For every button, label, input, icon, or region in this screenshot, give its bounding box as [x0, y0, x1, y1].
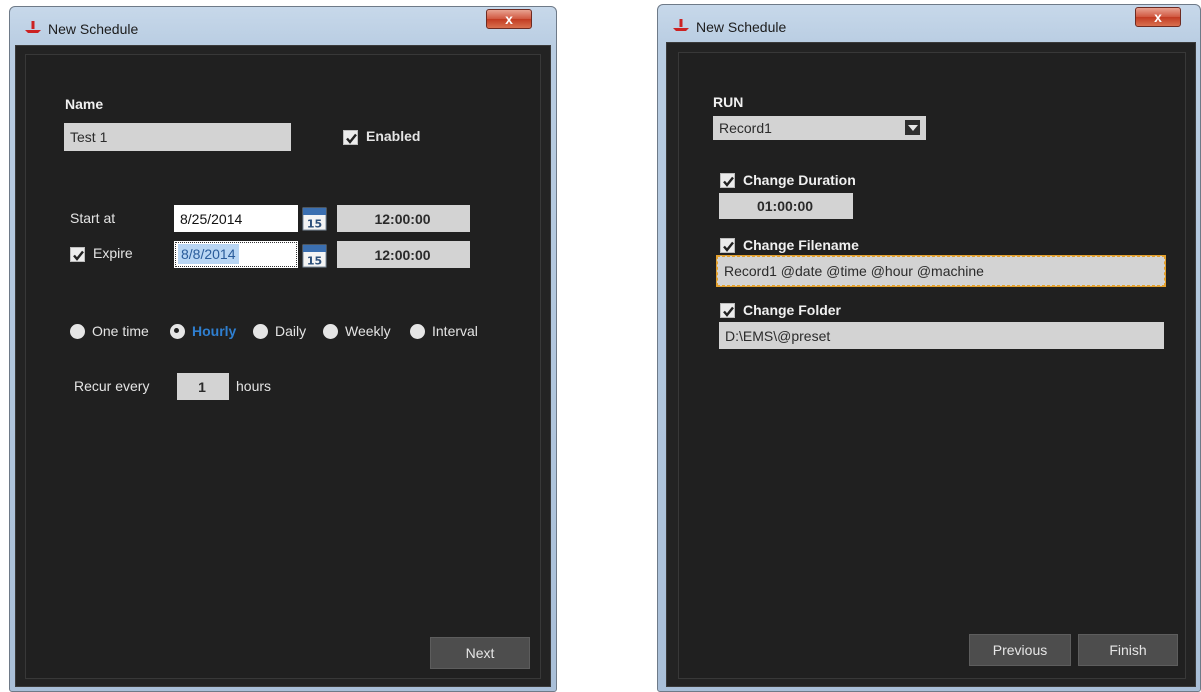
- folder-input[interactable]: [719, 322, 1164, 349]
- radio-daily-label[interactable]: Daily: [275, 323, 306, 339]
- expire-label: Expire: [93, 245, 133, 261]
- app-icon: [25, 21, 41, 33]
- start-calendar-button[interactable]: 15: [302, 207, 327, 231]
- change-duration-checkbox[interactable]: [720, 173, 735, 188]
- duration-input[interactable]: [719, 193, 853, 219]
- expire-date-selection: 8/8/2014: [178, 244, 239, 264]
- checkmark-icon: [723, 306, 734, 317]
- change-duration-label: Change Duration: [743, 172, 856, 188]
- radio-hourly[interactable]: [170, 324, 185, 339]
- start-at-label: Start at: [70, 210, 116, 226]
- change-filename-label: Change Filename: [743, 237, 859, 253]
- run-selected-value: Record1: [719, 120, 772, 136]
- next-button[interactable]: Next: [430, 637, 530, 669]
- close-button[interactable]: x: [486, 9, 532, 29]
- calendar-icon: 15: [302, 244, 327, 268]
- radio-interval-label[interactable]: Interval: [432, 323, 478, 339]
- close-icon: x: [505, 11, 513, 27]
- checkmark-icon: [346, 133, 357, 144]
- run-dropdown[interactable]: Record1: [713, 116, 926, 140]
- recur-value-input[interactable]: [177, 373, 229, 400]
- enabled-checkbox[interactable]: [343, 130, 358, 145]
- name-input[interactable]: [64, 123, 291, 151]
- enabled-label: Enabled: [366, 128, 421, 144]
- expire-date-input[interactable]: 8/8/2014: [174, 241, 298, 268]
- change-folder-label: Change Folder: [743, 302, 842, 318]
- radio-daily[interactable]: [253, 324, 268, 339]
- radio-weekly[interactable]: [323, 324, 338, 339]
- calendar-day: 15: [307, 255, 322, 268]
- expire-time-input[interactable]: [337, 241, 470, 268]
- close-icon: x: [1154, 9, 1162, 25]
- start-time-input[interactable]: [337, 205, 470, 232]
- app-icon: [673, 19, 689, 31]
- checkmark-icon: [723, 241, 734, 252]
- radio-one-time[interactable]: [70, 324, 85, 339]
- radio-interval[interactable]: [410, 324, 425, 339]
- change-filename-checkbox[interactable]: [720, 238, 735, 253]
- close-button[interactable]: x: [1135, 7, 1181, 27]
- right-content-panel: [678, 52, 1186, 679]
- window-title: New Schedule: [696, 19, 787, 35]
- filename-input[interactable]: [717, 256, 1165, 286]
- name-label: Name: [65, 96, 104, 112]
- dropdown-arrow-icon[interactable]: [905, 120, 920, 135]
- previous-button[interactable]: Previous: [969, 634, 1071, 666]
- start-date-input[interactable]: [174, 205, 298, 232]
- expire-checkbox[interactable]: [70, 247, 85, 262]
- run-label: RUN: [713, 94, 744, 110]
- radio-one-time-label[interactable]: One time: [92, 323, 149, 339]
- change-folder-checkbox[interactable]: [720, 303, 735, 318]
- recur-every-label: Recur every: [74, 378, 150, 394]
- radio-hourly-label[interactable]: Hourly: [192, 323, 236, 339]
- checkmark-icon: [73, 250, 84, 261]
- expire-calendar-button[interactable]: 15: [302, 244, 327, 268]
- right-title-bar[interactable]: New Schedule x: [658, 5, 1200, 45]
- checkmark-icon: [723, 176, 734, 187]
- recur-unit-label: hours: [236, 378, 272, 394]
- calendar-icon: 15: [302, 207, 327, 231]
- finish-button[interactable]: Finish: [1078, 634, 1178, 666]
- window-title: New Schedule: [48, 21, 139, 37]
- left-title-bar[interactable]: New Schedule x: [10, 7, 556, 47]
- radio-weekly-label[interactable]: Weekly: [345, 323, 391, 339]
- calendar-day: 15: [307, 218, 322, 231]
